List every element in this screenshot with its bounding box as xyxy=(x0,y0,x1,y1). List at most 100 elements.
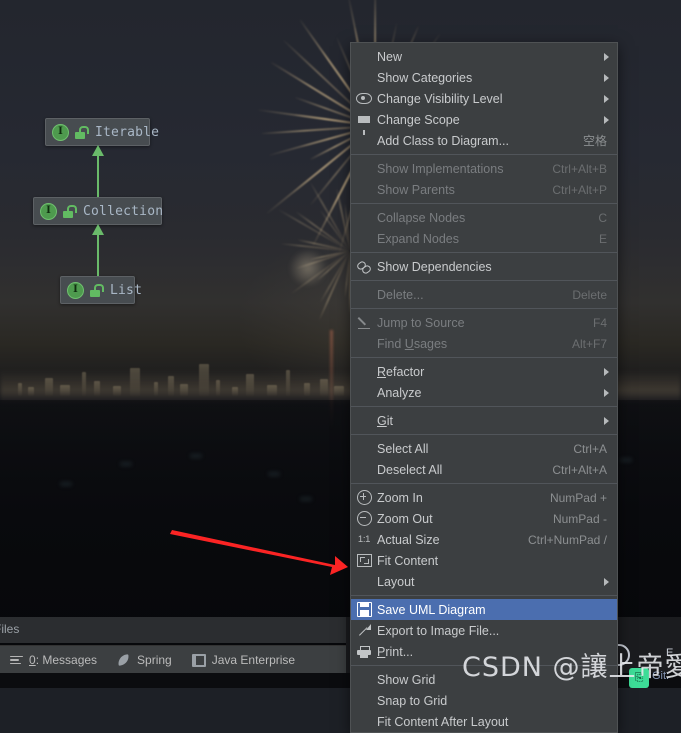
interface-icon: I xyxy=(67,281,84,299)
menu-item-deselect-all[interactable]: Deselect All Ctrl+Alt+A xyxy=(351,459,617,480)
uml-node-list[interactable]: I List xyxy=(60,276,142,304)
uml-generalization-arrowhead xyxy=(92,224,104,235)
menu-item-icon-slot xyxy=(351,130,377,151)
menu-item-icon-slot xyxy=(351,361,377,382)
menu-item-label: Git xyxy=(377,413,393,428)
menu-separator xyxy=(351,280,617,281)
menu-item-label: Show Categories xyxy=(377,70,473,85)
status-item-spring-label: Spring xyxy=(137,653,172,667)
menu-item-label: Deselect All xyxy=(377,462,443,477)
menu-item-label: Snap to Grid xyxy=(377,693,448,708)
menu-item-label: Zoom Out xyxy=(377,511,433,526)
eye-icon xyxy=(351,88,377,109)
menu-item-select-all[interactable]: Select All Ctrl+A xyxy=(351,438,617,459)
menu-item-icon-slot xyxy=(351,179,377,200)
status-item-spring[interactable]: Spring xyxy=(107,646,182,674)
menu-item-shortcut: C xyxy=(598,210,607,225)
uml-node-collection[interactable]: I Collection xyxy=(33,197,164,225)
menu-item-icon-slot xyxy=(351,571,377,592)
status-item-java-enterprise[interactable]: Java Enterprise xyxy=(182,646,305,674)
menu-item-shortcut: Ctrl+Alt+B xyxy=(552,161,607,176)
menu-item-save-uml-diagram[interactable]: Save UML Diagram xyxy=(351,599,617,620)
menu-item-icon-slot xyxy=(351,669,377,690)
menu-item-label: Select All xyxy=(377,441,429,456)
submenu-chevron-icon xyxy=(604,388,609,397)
menu-separator xyxy=(351,483,617,484)
save-icon xyxy=(351,599,377,620)
menu-item-label: Jump to Source xyxy=(377,315,465,330)
menu-item-change-visibility-level[interactable]: Change Visibility Level xyxy=(351,88,617,109)
menu-item-change-scope[interactable]: Change Scope xyxy=(351,109,617,135)
uml-generalization-arrowhead xyxy=(92,145,104,156)
menu-item-shortcut: Delete xyxy=(572,287,607,302)
menu-item-shortcut: F4 xyxy=(592,315,607,330)
status-item-messages-label: 0: Messages xyxy=(29,653,98,667)
submenu-chevron-icon xyxy=(604,73,609,82)
menu-item-new[interactable]: New xyxy=(351,46,617,67)
menu-item-snap-to-grid[interactable]: Snap to Grid xyxy=(351,690,617,711)
messages-icon xyxy=(10,655,23,665)
menu-item-shortcut: Ctrl+NumPad / xyxy=(527,532,607,547)
uml-generalization-line xyxy=(97,155,99,197)
zoom-in-icon xyxy=(351,487,377,508)
uml-node-label: Collection xyxy=(83,203,164,219)
menu-item-icon-slot xyxy=(351,228,377,249)
menu-item-fit-content-after-layout[interactable]: Fit Content After Layout xyxy=(351,711,617,732)
menu-item-label: Find Usages xyxy=(377,336,448,351)
menu-item-show-categories[interactable]: Show Categories xyxy=(351,67,617,88)
spring-leaf-icon xyxy=(117,653,131,667)
menu-item-show-parents: Show Parents Ctrl+Alt+P xyxy=(351,179,617,200)
uml-node-iterable[interactable]: I Iterable xyxy=(45,118,159,146)
menu-separator xyxy=(351,406,617,407)
menu-item-layout[interactable]: Layout xyxy=(351,571,617,592)
menu-item-icon-slot xyxy=(351,46,377,67)
link-icon xyxy=(351,256,377,277)
menu-item-label: Show Implementations xyxy=(377,161,504,176)
menu-item-label: Change Visibility Level xyxy=(377,91,503,106)
menu-item-export-to-image-file[interactable]: Export to Image File... xyxy=(351,620,617,641)
menu-item-shortcut: Alt+F7 xyxy=(571,336,607,351)
menu-item-delete: Delete... Delete xyxy=(351,284,617,305)
menu-item-label: Refactor xyxy=(377,364,425,379)
menu-item-shortcut: Ctrl+Alt+A xyxy=(552,462,607,477)
java-enterprise-icon xyxy=(191,653,206,667)
actual-size-icon: 1:1 xyxy=(357,534,371,545)
status-bar: 0: Messages Spring Java Enterprise xyxy=(0,645,346,674)
menu-separator xyxy=(351,308,617,309)
menu-item-zoom-out[interactable]: Zoom Out NumPad - xyxy=(351,508,617,529)
interface-icon: I xyxy=(52,123,69,141)
menu-item-shortcut: NumPad + xyxy=(549,490,607,505)
menu-item-refactor[interactable]: Refactor xyxy=(351,361,617,382)
menu-item-shortcut: Ctrl+Alt+P xyxy=(552,182,607,197)
submenu-chevron-icon xyxy=(604,577,609,586)
uml-generalization-line xyxy=(97,234,99,276)
menu-item-add-class-to-diagram[interactable]: Add Class to Diagram... 空格 xyxy=(351,130,617,151)
menu-item-label: Delete... xyxy=(377,287,424,302)
uml-node-label: Iterable xyxy=(95,124,160,140)
uml-context-menu[interactable]: New Show Categories Change Visibility Leve… xyxy=(350,42,618,733)
menu-item-label: Actual Size xyxy=(377,532,440,547)
menu-separator xyxy=(351,252,617,253)
menu-item-icon-slot xyxy=(351,459,377,480)
lock-icon xyxy=(89,283,104,297)
lock-icon xyxy=(62,204,77,218)
menu-item-label: Expand Nodes xyxy=(377,231,460,246)
print-icon xyxy=(351,641,377,662)
submenu-chevron-icon xyxy=(604,416,609,425)
menu-item-fit-content[interactable]: Fit Content xyxy=(351,550,617,571)
menu-item-icon-slot xyxy=(351,690,377,711)
status-item-messages[interactable]: 0: Messages xyxy=(0,646,107,674)
submenu-chevron-icon xyxy=(604,52,609,61)
menu-item-label: Add Class to Diagram... xyxy=(377,133,509,148)
menu-item-analyze[interactable]: Analyze xyxy=(351,382,617,403)
menu-item-find-usages: Find Usages Alt+F7 xyxy=(351,333,617,354)
menu-item-git[interactable]: Git xyxy=(351,410,617,431)
menu-item-show-dependencies[interactable]: Show Dependencies xyxy=(351,256,617,277)
menu-item-expand-nodes: Expand Nodes E xyxy=(351,228,617,249)
menu-item-zoom-in[interactable]: Zoom In NumPad + xyxy=(351,487,617,508)
uml-node-label: List xyxy=(110,282,143,298)
menu-item-actual-size[interactable]: 1:1 Actual Size Ctrl+NumPad / xyxy=(351,529,617,550)
menu-item-label: Export to Image File... xyxy=(377,623,500,638)
fit-content-icon xyxy=(351,550,377,571)
menu-separator xyxy=(351,357,617,358)
